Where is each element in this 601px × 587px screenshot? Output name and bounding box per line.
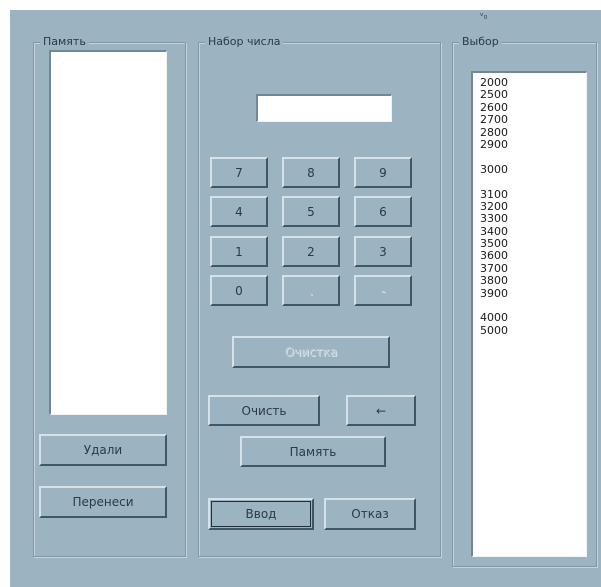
key-5[interactable]: 5	[282, 196, 340, 227]
transfer-button[interactable]: Перенеси	[39, 486, 167, 518]
key-7[interactable]: 7	[210, 157, 268, 188]
clear-button[interactable]: Очисть	[208, 395, 320, 426]
memory-button[interactable]: Память	[240, 436, 386, 467]
window: ᵛ₀ Память Удали Перенеси Набор числа 7 8…	[10, 10, 601, 587]
choice-spacer	[480, 176, 586, 188]
choice-item[interactable]: 3300	[480, 212, 586, 225]
choice-spacer	[480, 151, 586, 163]
key-0[interactable]: 0	[210, 275, 268, 306]
choice-item[interactable]: 2900	[480, 138, 586, 151]
memory-group-title: Память	[40, 34, 89, 50]
choice-group-title: Выбор	[459, 34, 502, 50]
choice-item[interactable]: 2700	[480, 113, 586, 126]
key-minus[interactable]: -	[354, 275, 412, 306]
number-input-group-title: Набор числа	[205, 34, 284, 50]
key-6[interactable]: 6	[354, 196, 412, 227]
choice-list[interactable]: 2000 2500 2600 2700 2800 2900 3000 3100 3200 3300…	[471, 71, 587, 557]
choice-item[interactable]: 4000	[480, 312, 586, 325]
key-9[interactable]: 9	[354, 157, 412, 188]
key-decimal[interactable]: .	[282, 275, 340, 306]
choice-item[interactable]: 3800	[480, 274, 586, 287]
key-1[interactable]: 1	[210, 236, 268, 267]
key-3[interactable]: 3	[354, 236, 412, 267]
memory-list[interactable]	[49, 50, 167, 415]
enter-button[interactable]: Ввод	[208, 498, 314, 530]
number-display[interactable]	[256, 94, 392, 122]
backspace-button[interactable]: Очистка	[232, 336, 390, 368]
key-8[interactable]: 8	[282, 157, 340, 188]
choice-item[interactable]: 3900	[480, 287, 586, 300]
choice-item[interactable]: 2500	[480, 88, 586, 101]
corner-mark: ᵛ₀	[480, 12, 488, 22]
key-4[interactable]: 4	[210, 196, 268, 227]
delete-button[interactable]: Удали	[39, 434, 167, 466]
choice-item[interactable]: 5000	[480, 324, 586, 337]
key-2[interactable]: 2	[282, 236, 340, 267]
cancel-button[interactable]: Отказ	[324, 498, 416, 530]
choice-item[interactable]: 3000	[480, 163, 586, 176]
choice-item[interactable]: 3600	[480, 250, 586, 263]
back-arrow-button[interactable]: ←	[346, 395, 416, 426]
